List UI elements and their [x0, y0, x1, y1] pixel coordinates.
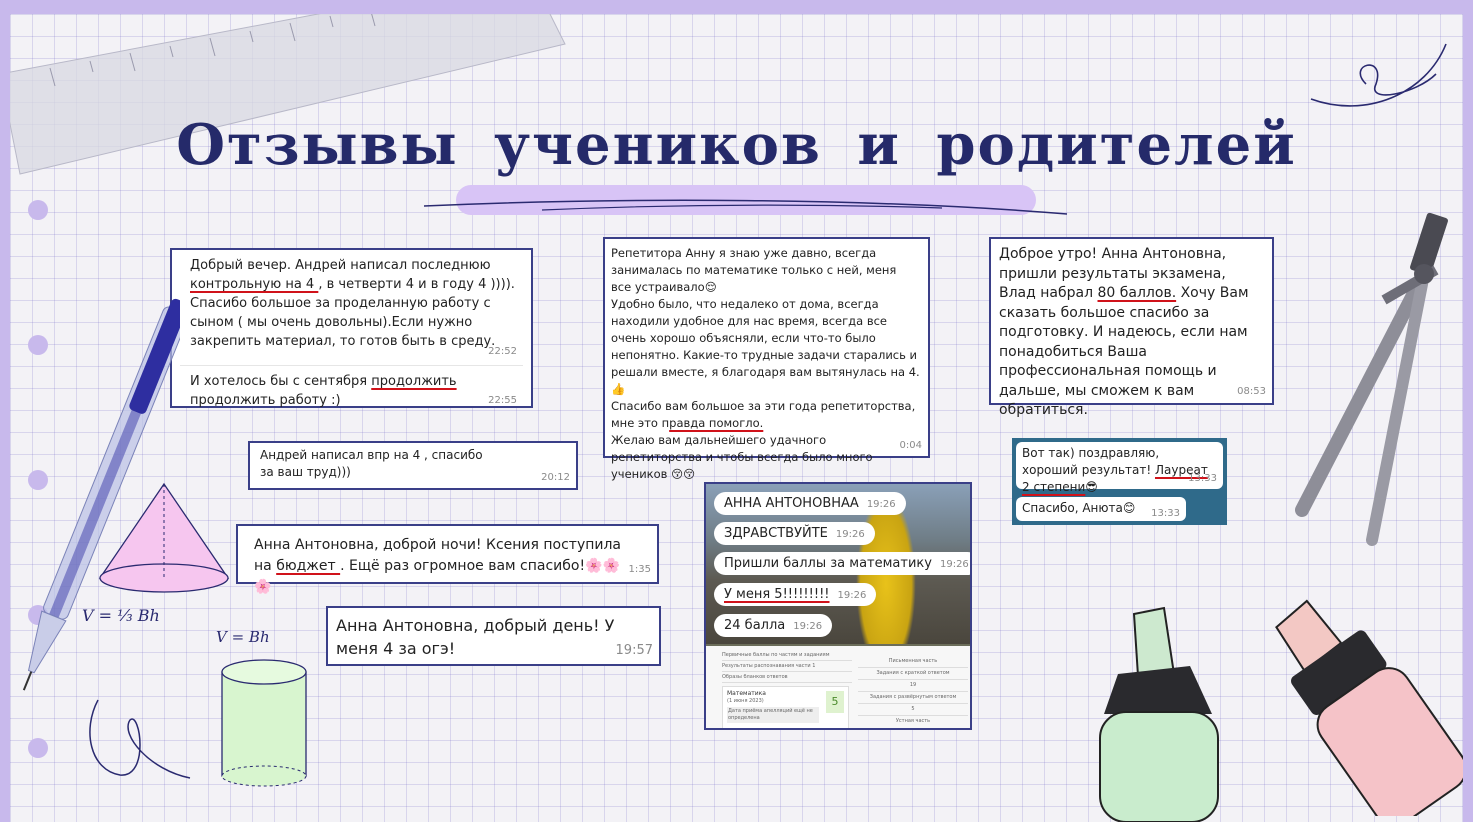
title-underline-icon	[423, 199, 1068, 215]
slide: Отзывы учеников и родителей Добрый вечер…	[10, 14, 1463, 822]
review-card-5: Репетитора Анну я знаю уже давно, всегда…	[603, 237, 930, 481]
grade-badge: 5	[826, 691, 844, 713]
message-time: 13:33	[1151, 508, 1180, 519]
review-message: И хотелось бы с сентября продолжить прод…	[190, 374, 517, 408]
chat-bubble: АННА АНТОНОВНАА 19:26	[714, 492, 906, 515]
review-reply: Спасибо, Анюта😊 13:33	[1016, 497, 1186, 521]
compass-icon	[1295, 212, 1448, 546]
message-time: 13:33	[1188, 473, 1217, 484]
review-card-4: Анна Антоновна, добрый день! У меня 4 за…	[326, 606, 661, 666]
review-card-8: АННА АНТОНОВНАА 19:26 ЗДРАВСТВУЙТЕ 19:26 П…	[704, 482, 972, 730]
underlined-phrase: У меня 5!!!!!!!!!	[724, 587, 830, 602]
cone-icon	[98, 482, 230, 593]
underlined-phrase: контрольную на 4	[190, 277, 319, 292]
message-time: 22:52	[488, 346, 517, 357]
chat-bubble: ЗДРАВСТВУЙТЕ 19:26	[714, 522, 875, 545]
review-card-3: Анна Антоновна, доброй ночи! Ксения пост…	[236, 524, 659, 595]
underlined-phrase: продолжить	[371, 374, 457, 389]
message-time: 1:35	[628, 564, 651, 575]
cylinder-icon	[221, 659, 307, 787]
results-table: Первичные баллы по частям и заданиям Рез…	[706, 646, 970, 728]
green-highlighter-icon	[1099, 606, 1219, 822]
underlined-phrase: равда помогло.	[669, 416, 764, 430]
review-card-7: Вот так) поздравляю, хороший результат! …	[1012, 438, 1227, 525]
review-message: Вот так) поздравляю, хороший результат! …	[1016, 442, 1223, 494]
review-card-2: Андрей написал впр на 4 , спасибо за ваш…	[248, 441, 578, 490]
chat-bubble: Пришли баллы за математику 19:26	[714, 552, 970, 575]
review-message: Добрый вечер. Андрей написал последнюю к…	[190, 256, 523, 363]
chat-bubble: 24 балла 19:26	[714, 614, 833, 637]
cylinder-formula: V = Bh	[216, 628, 270, 646]
message-time: 22:55	[488, 395, 517, 406]
scribble-decoration-icon	[89, 699, 191, 779]
message-time: 19:57	[615, 643, 653, 658]
underlined-phrase: 80 баллов.	[1097, 285, 1177, 301]
message-time: 08:53	[1237, 385, 1266, 397]
message-time: 20:12	[541, 472, 570, 483]
pink-highlighter-icon	[1275, 599, 1463, 816]
message-time: 0:04	[899, 440, 922, 451]
page-title: Отзывы учеников и родителей	[176, 112, 1297, 178]
chat-bubble: У меня 5!!!!!!!!! 19:26	[714, 583, 877, 606]
review-card-6: Доброе утро! Анна Антоновна, пришли резу…	[989, 237, 1274, 418]
review-card-1: Добрый вечер. Андрей написал последнюю к…	[170, 248, 533, 408]
underlined-phrase: бюджет	[276, 558, 341, 574]
cone-formula: V = ⅓ Bh	[82, 606, 160, 625]
